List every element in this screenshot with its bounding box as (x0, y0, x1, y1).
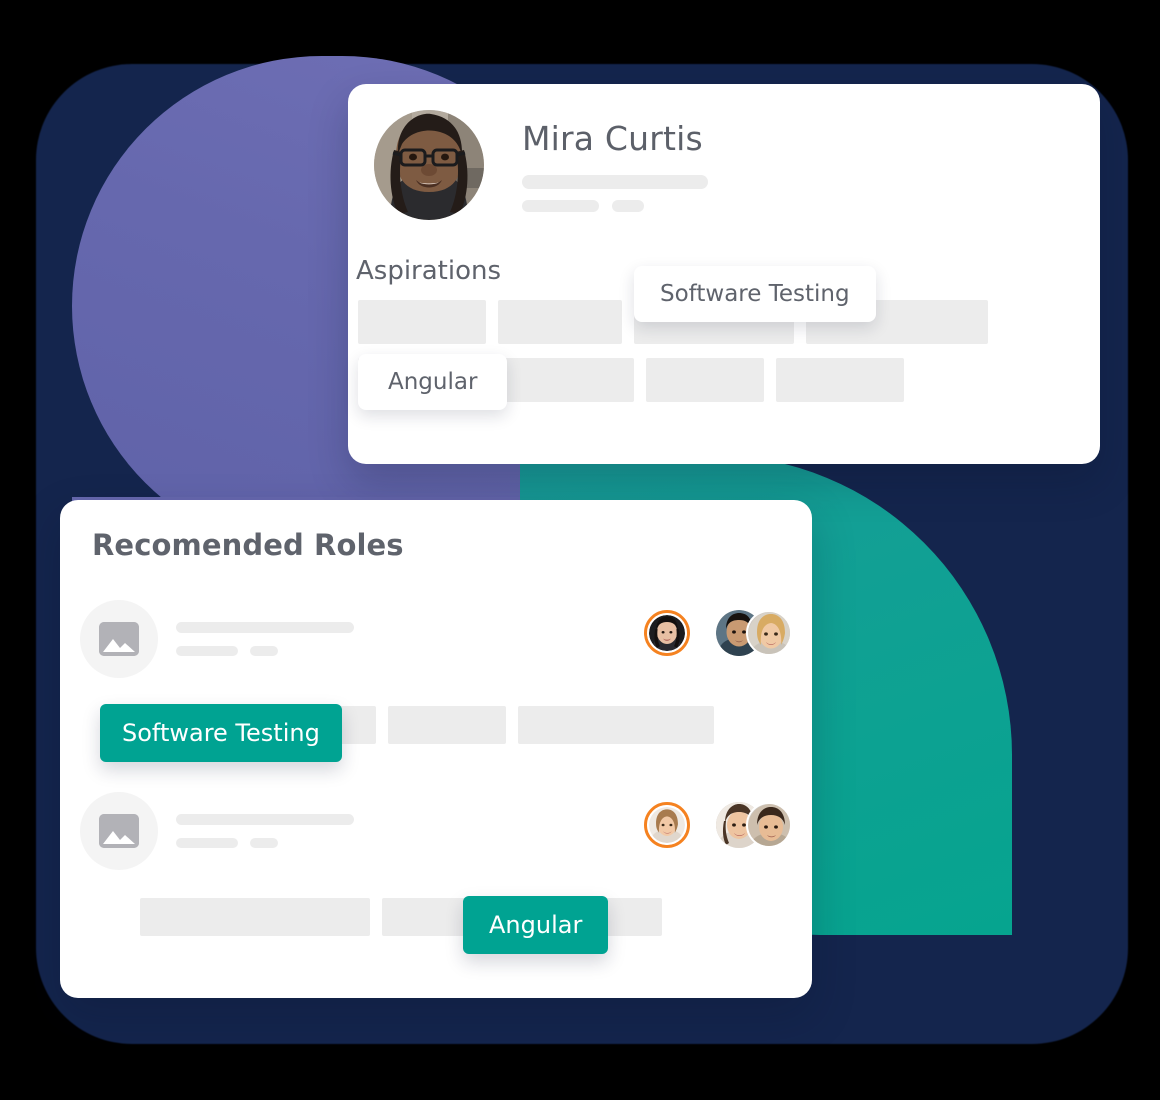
meta-placeholder-row (522, 200, 708, 212)
avatar-secondary-2[interactable] (746, 802, 792, 848)
role-tag-software-testing[interactable]: Software Testing (100, 704, 342, 762)
role-meta-placeholder-bar-1 (176, 838, 238, 848)
role-avatar-stack[interactable] (716, 802, 792, 848)
role-avatar-group[interactable] (644, 802, 792, 848)
role-tag-placeholder (518, 706, 714, 744)
role-list-item[interactable] (80, 600, 792, 682)
profile-meta: Mira Curtis (522, 110, 708, 212)
role-placeholder-lines (176, 622, 354, 656)
aspiration-placeholder-chip (500, 358, 634, 402)
role-list-item[interactable] (80, 792, 792, 874)
avatar (374, 110, 484, 220)
recommended-roles-title: Recomended Roles (92, 528, 404, 562)
aspiration-tag-software-testing[interactable]: Software Testing (634, 266, 876, 322)
aspiration-tag-angular[interactable]: Angular (358, 354, 508, 410)
role-tag-placeholder (388, 706, 506, 744)
role-avatar-group[interactable] (644, 610, 792, 656)
meta-placeholder-bar-2 (612, 200, 644, 212)
aspiration-placeholder-chip (498, 300, 622, 344)
subtitle-placeholder-bar (522, 175, 708, 189)
role-meta-placeholder-bar-2 (250, 838, 278, 848)
aspiration-placeholder-chip (776, 358, 904, 402)
aspirations-heading: Aspirations (356, 256, 502, 286)
illustration-canvas: Mira Curtis Aspirations Software Testing… (0, 0, 1160, 1100)
aspiration-placeholder-chip (358, 300, 486, 344)
role-meta-placeholder-bar-1 (176, 646, 238, 656)
image-placeholder-icon (80, 792, 158, 870)
role-header (80, 792, 792, 874)
profile-placeholder-bars (522, 175, 708, 212)
avatar-highlighted[interactable] (644, 802, 690, 848)
role-avatar-stack[interactable] (716, 610, 792, 656)
avatar-highlighted[interactable] (644, 610, 690, 656)
profile-header: Mira Curtis (374, 110, 708, 220)
role-tag-angular[interactable]: Angular (463, 896, 609, 954)
avatar-secondary-2[interactable] (746, 610, 792, 656)
role-tag-placeholder (140, 898, 370, 936)
role-header (80, 600, 792, 682)
image-placeholder-icon (80, 600, 158, 678)
role-title-placeholder-bar (176, 622, 354, 633)
meta-placeholder-bar-1 (522, 200, 599, 212)
role-meta-placeholder-bar-2 (250, 646, 278, 656)
role-placeholder-lines (176, 814, 354, 848)
role-title-placeholder-bar (176, 814, 354, 825)
page-title: Mira Curtis (522, 119, 703, 158)
aspiration-placeholder-chip (646, 358, 764, 402)
